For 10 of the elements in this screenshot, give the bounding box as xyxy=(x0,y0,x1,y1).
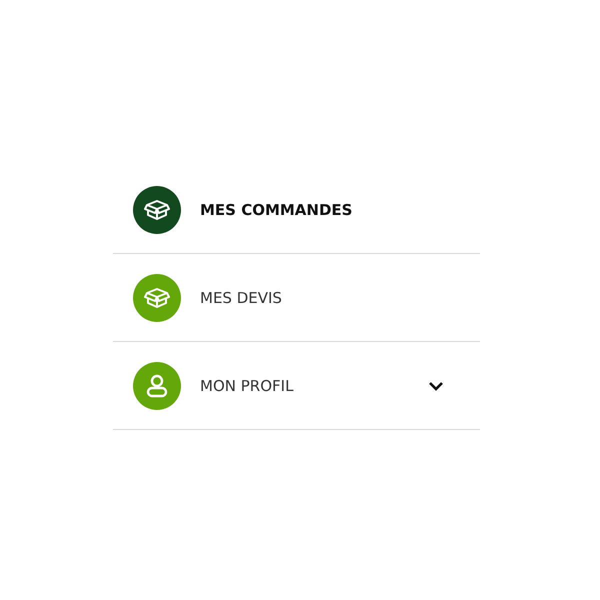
menu-label: MES DEVIS xyxy=(200,288,283,306)
chevron-icon[interactable] xyxy=(428,380,444,392)
menu-item[interactable]: MES COMMANDES xyxy=(113,166,480,254)
box-icon xyxy=(133,186,181,234)
menu-item[interactable]: MES DEVIS xyxy=(113,254,480,342)
menu-label: MON PROFIL xyxy=(200,376,294,394)
menu-item[interactable]: MON PROFIL xyxy=(113,342,480,430)
user-icon xyxy=(133,362,181,410)
box-icon xyxy=(133,274,181,322)
menu-label: MES COMMANDES xyxy=(200,200,354,218)
